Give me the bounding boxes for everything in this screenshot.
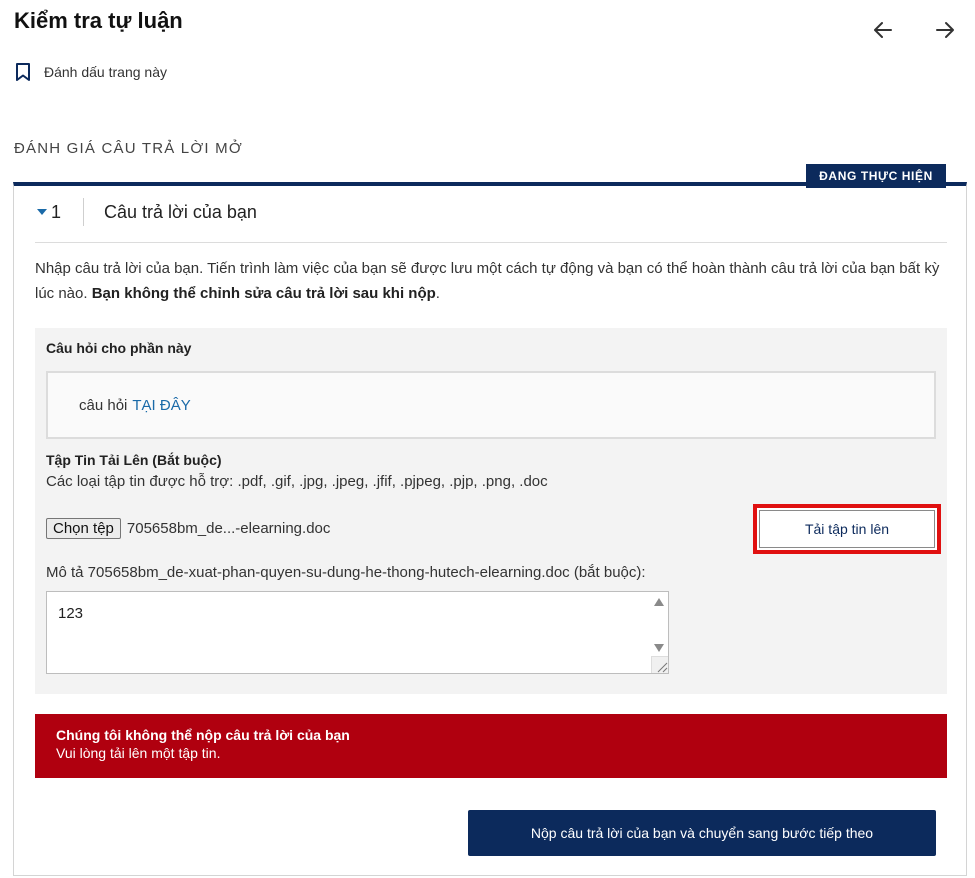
selected-file-name: 705658bm_de...-elearning.doc bbox=[126, 520, 331, 537]
question-text: câu hỏi bbox=[79, 396, 128, 414]
question-panel: Câu hỏi cho phần này câu hỏi TẠI ĐÂY Tập… bbox=[35, 328, 947, 694]
instructions: Nhập câu trả lời của bạn. Tiến trình làm… bbox=[35, 256, 947, 306]
bookmark-icon bbox=[14, 62, 32, 82]
chevron-down-icon bbox=[36, 207, 48, 217]
scroll-up-icon[interactable] bbox=[654, 598, 664, 606]
question-box: câu hỏi TẠI ĐÂY bbox=[46, 371, 936, 439]
upload-label: Tập Tin Tải Lên (Bắt buộc) bbox=[46, 452, 222, 468]
description-textarea[interactable]: 123 bbox=[46, 591, 669, 674]
instructions-warning: Bạn không thể chỉnh sửa câu trả lời sau … bbox=[91, 285, 436, 302]
header-divider bbox=[35, 242, 947, 243]
upload-file-button[interactable]: Tải tập tin lên bbox=[753, 504, 941, 554]
section-heading: ĐÁNH GIÁ CÂU TRẢ LỜI MỞ bbox=[14, 140, 243, 157]
bookmark-button[interactable]: Đánh dấu trang này bbox=[14, 62, 167, 82]
navigation-arrows bbox=[871, 18, 957, 42]
page-title: Kiểm tra tự luận bbox=[14, 8, 183, 33]
question-label: Câu hỏi cho phần này bbox=[46, 340, 192, 356]
description-label: Mô tả 705658bm_de-xuat-phan-quyen-su-dun… bbox=[46, 564, 646, 581]
error-title: Chúng tôi không thể nộp câu trả lời của … bbox=[56, 727, 350, 743]
file-input: Chọn tệp 705658bm_de...-elearning.doc bbox=[46, 518, 330, 539]
supported-filetypes: Các loại tập tin được hỗ trợ: .pdf, .gif… bbox=[46, 473, 548, 490]
submit-button[interactable]: Nộp câu trả lời của bạn và chuyển sang b… bbox=[468, 810, 936, 856]
error-message: Vui lòng tải lên một tập tin. bbox=[56, 745, 221, 761]
question-link[interactable]: TẠI ĐÂY bbox=[132, 397, 190, 414]
response-card: 1 Câu trả lời của bạn Nhập câu trả lời c… bbox=[13, 182, 967, 876]
step-title: Câu trả lời của bạn bbox=[104, 201, 257, 222]
scroll-down-icon[interactable] bbox=[654, 644, 664, 652]
description-value: 123 bbox=[58, 605, 84, 622]
status-badge: ĐANG THỰC HIỆN bbox=[806, 164, 946, 188]
error-alert: Chúng tôi không thể nộp câu trả lời của … bbox=[35, 714, 947, 778]
arrow-right-icon[interactable] bbox=[933, 18, 957, 42]
resize-handle-icon[interactable] bbox=[651, 656, 668, 673]
arrow-left-icon[interactable] bbox=[871, 18, 895, 42]
bookmark-label: Đánh dấu trang này bbox=[44, 64, 167, 80]
upload-button-border bbox=[759, 510, 935, 548]
instructions-end: . bbox=[435, 285, 440, 302]
step-number: 1 bbox=[51, 201, 62, 222]
step-toggle[interactable]: 1 Câu trả lời của bạn bbox=[36, 198, 257, 226]
step-divider bbox=[83, 198, 85, 226]
choose-file-button[interactable]: Chọn tệp bbox=[46, 518, 121, 539]
